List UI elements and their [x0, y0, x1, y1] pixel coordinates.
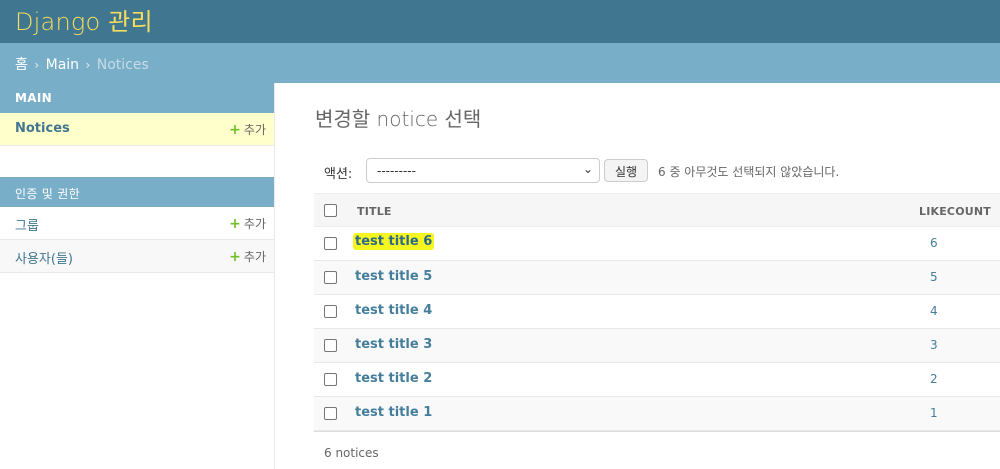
add-label: 추가 — [243, 123, 266, 137]
sidebar-item-label[interactable]: Notices — [15, 121, 70, 136]
row-title-link[interactable]: test title 3 — [355, 337, 432, 352]
module-caption-auth[interactable]: 인증 및 권한 — [0, 177, 274, 207]
row-likecount: 6 — [930, 236, 938, 250]
table-row: test title 2 2 — [314, 363, 1000, 397]
sidebar-item-notices: Notices + 추가 — [0, 113, 274, 146]
action-label: 액션: — [324, 167, 353, 182]
table-row: test title 6 6 — [314, 227, 1000, 261]
plus-icon: + — [229, 122, 241, 138]
action-selected-option: --------- — [377, 164, 416, 178]
row-checkbox[interactable] — [324, 271, 337, 284]
row-checkbox[interactable] — [324, 373, 337, 386]
row-likecount: 5 — [930, 270, 938, 284]
breadcrumb-home[interactable]: 홈 — [15, 57, 28, 73]
header: Django 관리 — [0, 0, 1000, 43]
actions-bar: 액션: --------- ⌄ 실행 6 중 아무것도 선택되지 않았습니다. — [314, 157, 1000, 187]
table-header: TITLE LIKECOUNT — [314, 194, 1000, 227]
plus-icon: + — [229, 249, 241, 265]
breadcrumb-current: Notices — [96, 57, 149, 73]
column-header-likecount[interactable]: LIKECOUNT — [919, 205, 991, 218]
add-label: 추가 — [243, 250, 266, 264]
run-action-button[interactable]: 실행 — [604, 159, 648, 182]
breadcrumb-separator: › — [85, 58, 91, 72]
row-checkbox[interactable] — [324, 305, 337, 318]
result-list-table: TITLE LIKECOUNT test title 6 6 test titl… — [314, 193, 1000, 431]
sidebar-item-groups: 그룹 + 추가 — [0, 207, 274, 240]
table-row: test title 1 1 — [314, 397, 1000, 431]
add-user-link[interactable]: + 추가 — [229, 248, 266, 265]
row-checkbox[interactable] — [324, 339, 337, 352]
row-likecount: 4 — [930, 304, 938, 318]
result-count: 6 notices — [324, 446, 379, 460]
breadcrumb-separator: › — [34, 58, 40, 72]
row-title-link[interactable]: test title 6 — [353, 233, 435, 250]
column-header-title[interactable]: TITLE — [357, 205, 392, 218]
row-title-link[interactable]: test title 5 — [355, 269, 432, 284]
add-group-link[interactable]: + 추가 — [229, 215, 266, 232]
row-title-link[interactable]: test title 1 — [355, 405, 432, 420]
sidebar-item-users: 사용자(들) + 추가 — [0, 240, 274, 273]
action-select[interactable]: --------- ⌄ — [366, 158, 600, 183]
plus-icon: + — [229, 216, 241, 232]
chevron-down-icon: ⌄ — [582, 162, 593, 176]
page-title: 변경할 notice 선택 — [315, 107, 482, 131]
row-likecount: 3 — [930, 338, 938, 352]
row-title-link[interactable]: test title 2 — [355, 371, 432, 386]
table-row: test title 4 4 — [314, 295, 1000, 329]
action-counter: 6 중 아무것도 선택되지 않았습니다. — [658, 165, 840, 179]
module-caption-main[interactable]: MAIN — [0, 83, 274, 113]
breadcrumb-app[interactable]: Main — [46, 57, 79, 73]
add-notice-link[interactable]: + 추가 — [229, 121, 266, 138]
sidebar-item-label[interactable]: 사용자(들) — [15, 252, 73, 267]
table-row: test title 5 5 — [314, 261, 1000, 295]
site-branding[interactable]: Django 관리 — [15, 2, 153, 37]
add-label: 추가 — [243, 217, 266, 231]
module-gap — [0, 146, 274, 177]
row-title-link[interactable]: test title 4 — [355, 303, 432, 318]
breadcrumb: 홈 › Main › Notices — [0, 43, 1000, 83]
row-checkbox[interactable] — [324, 407, 337, 420]
row-likecount: 1 — [930, 406, 938, 420]
sidebar-item-label[interactable]: 그룹 — [15, 219, 39, 234]
nav-sidebar: MAIN Notices + 추가 인증 및 권한 그룹 + 추가 사용자(들) +… — [0, 83, 275, 469]
select-all-checkbox[interactable] — [324, 204, 337, 217]
row-checkbox[interactable] — [324, 237, 337, 250]
paginator: 6 notices — [314, 431, 1000, 469]
table-row: test title 3 3 — [314, 329, 1000, 363]
row-likecount: 2 — [930, 372, 938, 386]
